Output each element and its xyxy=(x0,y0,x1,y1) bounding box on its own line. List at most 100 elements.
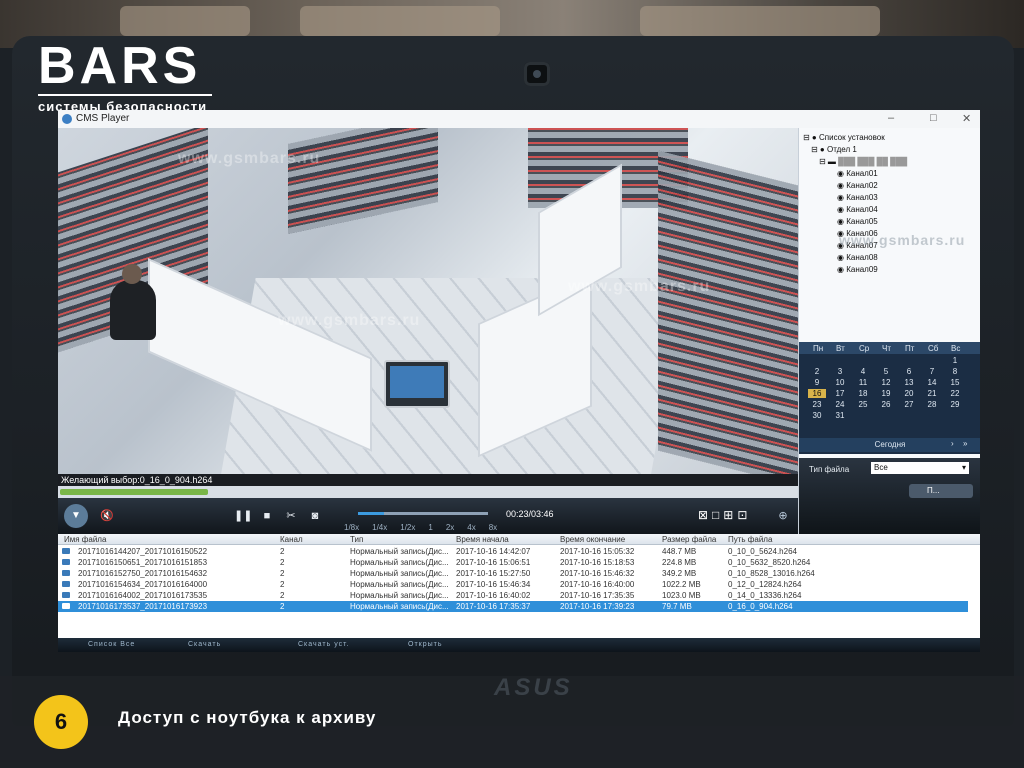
calendar-day[interactable]: 8 xyxy=(946,367,964,376)
calendar-day[interactable]: 27 xyxy=(900,400,918,409)
speed-option[interactable]: 8x xyxy=(489,523,497,532)
close-icon[interactable]: ✕ xyxy=(962,112,971,125)
calendar-day[interactable]: 14 xyxy=(923,378,941,387)
column-header[interactable]: Время окончание xyxy=(560,535,625,544)
calendar-day[interactable]: 15 xyxy=(946,378,964,387)
tree-channel[interactable]: ◉ Канал01 xyxy=(803,168,907,180)
calendar-day[interactable]: 7 xyxy=(923,367,941,376)
channel-label: Канал01 xyxy=(846,169,878,178)
maximize-icon[interactable]: □ xyxy=(930,112,937,124)
tree-channel[interactable]: ◉ Канал05 xyxy=(803,216,907,228)
video-file-icon xyxy=(62,570,70,576)
calendar-day[interactable]: 2 xyxy=(808,367,826,376)
calendar-day[interactable]: 20 xyxy=(900,389,918,398)
column-header[interactable]: Канал xyxy=(280,535,303,544)
snapshot-icon[interactable]: ◙ xyxy=(306,507,324,525)
table-cell: 0_16_0_904.h264 xyxy=(728,602,793,611)
calendar-day[interactable]: 9 xyxy=(808,378,826,387)
table-row[interactable]: 20171016150651_20171016151853 2 Нормальный… xyxy=(58,557,968,568)
table-cell: Нормальный запись(Дис... xyxy=(350,580,449,589)
stop-button[interactable]: ■ xyxy=(258,507,276,525)
calendar-day[interactable]: 26 xyxy=(877,400,895,409)
taskbar: Список Все Скачать Скачать уст. Открыть xyxy=(58,638,980,652)
calendar-day[interactable]: 10 xyxy=(831,378,849,387)
minimize-icon[interactable]: – xyxy=(888,112,894,124)
table-row[interactable]: 20171016152750_20171016154632 2 Нормальный… xyxy=(58,568,968,579)
table-row[interactable]: 20171016154634_20171016164000 2 Нормальный… xyxy=(58,579,968,590)
table-row[interactable]: 20171016164002_20171016173535 2 Нормальный… xyxy=(58,590,968,601)
column-header[interactable]: Размер файла xyxy=(662,535,716,544)
camera-icon: ◉ xyxy=(837,193,847,202)
pause-button[interactable]: ❚❚ xyxy=(234,507,252,525)
table-row[interactable]: 20171016144207_20171016150522 2 Нормальный… xyxy=(58,546,968,557)
next-month-icon[interactable]: › xyxy=(951,439,954,448)
calendar-day[interactable]: 4 xyxy=(854,367,872,376)
calendar-day[interactable]: 30 xyxy=(808,411,826,420)
channel-label: Канал05 xyxy=(846,217,878,226)
calendar-day[interactable]: 12 xyxy=(877,378,895,387)
tree-channel[interactable]: ◉ Канал02 xyxy=(803,180,907,192)
calendar-day[interactable]: 18 xyxy=(854,389,872,398)
tree-channel[interactable]: ◉ Канал03 xyxy=(803,192,907,204)
speed-option[interactable]: 1/4x xyxy=(372,523,387,532)
calendar-day[interactable]: 1 xyxy=(946,356,964,365)
tree-channel[interactable]: ◉ Канал08 xyxy=(803,252,907,264)
column-header[interactable]: Имя файла xyxy=(64,535,106,544)
calendar-day[interactable]: 17 xyxy=(831,389,849,398)
calendar-day[interactable]: 21 xyxy=(923,389,941,398)
video-file-icon xyxy=(62,548,70,554)
layout-icons[interactable]: ⊠□⊞⊡ xyxy=(698,508,751,522)
playback-progress[interactable] xyxy=(58,486,798,498)
tree-channel[interactable]: ◉ Канал09 xyxy=(803,264,907,276)
tree-device[interactable]: ⊟ ▬ ███ ███ ██ ███ xyxy=(803,156,907,168)
calendar-day[interactable]: 23 xyxy=(808,400,826,409)
search-button[interactable]: П... xyxy=(909,484,973,498)
speed-option[interactable]: 4x xyxy=(467,523,475,532)
file-type-select[interactable]: Все xyxy=(871,462,969,474)
taskbar-button[interactable]: Скачать уст. xyxy=(298,641,350,648)
table-row[interactable]: 20171016173537_20171016173923 2 Нормальный… xyxy=(58,601,968,612)
webcam xyxy=(524,62,550,86)
speed-option[interactable]: 1/8x xyxy=(344,523,359,532)
calendar-day[interactable]: 19 xyxy=(877,389,895,398)
laptop-screen: CMS Player – □ ✕ www.gsmbars.ru www.gsmb… xyxy=(58,110,980,652)
taskbar-button[interactable]: Список Все xyxy=(88,641,135,648)
tree-group[interactable]: ⊟ ● Отдел 1 xyxy=(803,144,907,156)
calendar-day[interactable]: 11 xyxy=(854,378,872,387)
taskbar-button[interactable]: Скачать xyxy=(188,641,221,648)
brand-logo: BARS системы безопасности xyxy=(38,40,212,114)
calendar-day[interactable]: 24 xyxy=(831,400,849,409)
menu-icon[interactable]: ▼ xyxy=(64,504,88,528)
calendar-day[interactable]: 31 xyxy=(831,411,849,420)
weekday-label: Сб xyxy=(928,344,939,353)
calendar-day[interactable]: 3 xyxy=(831,367,849,376)
calendar-day[interactable]: 29 xyxy=(946,400,964,409)
next-year-icon[interactable]: » xyxy=(963,439,967,448)
taskbar-button[interactable]: Открыть xyxy=(408,641,443,648)
mute-icon[interactable]: 🔇 xyxy=(98,507,116,525)
table-cell: 2 xyxy=(280,580,285,589)
fullscreen-icon[interactable]: ⊕ xyxy=(774,507,792,525)
calendar-day[interactable]: 13 xyxy=(900,378,918,387)
table-cell: 448.7 MB xyxy=(662,547,697,556)
column-header[interactable]: Тип xyxy=(350,535,363,544)
clip-icon[interactable]: ✂ xyxy=(282,507,300,525)
seek-bar[interactable] xyxy=(358,512,488,515)
video-file-icon xyxy=(62,603,70,609)
calendar-day[interactable]: 28 xyxy=(923,400,941,409)
calendar-day[interactable]: 5 xyxy=(877,367,895,376)
column-header[interactable]: Путь файла xyxy=(728,535,772,544)
video-view[interactable]: www.gsmbars.ru www.gsmbars.ru www.gsmbar… xyxy=(58,128,798,474)
calendar-day[interactable]: 16 xyxy=(808,389,826,398)
speed-option[interactable]: 1/2x xyxy=(400,523,415,532)
camera-icon: ◉ xyxy=(837,169,847,178)
speed-option[interactable]: 2x xyxy=(446,523,454,532)
calendar-day[interactable]: 22 xyxy=(946,389,964,398)
calendar-day[interactable]: 25 xyxy=(854,400,872,409)
calendar-day[interactable]: 6 xyxy=(900,367,918,376)
tree-channel[interactable]: ◉ Канал04 xyxy=(803,204,907,216)
table-cell: 20171016154634_20171016164000 xyxy=(78,580,208,589)
column-header[interactable]: Время начала xyxy=(456,535,509,544)
tree-root[interactable]: ⊟ ● Список установок xyxy=(803,132,907,144)
speed-option[interactable]: 1 xyxy=(428,523,432,532)
